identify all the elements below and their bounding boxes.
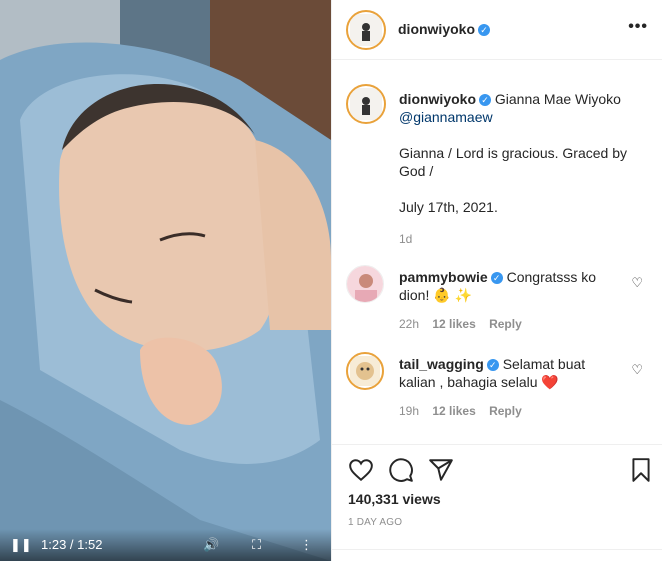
comment-username[interactable]: tail_wagging	[399, 356, 484, 372]
verified-badge-icon: ✓	[478, 24, 490, 36]
caption-username[interactable]: dionwiyoko	[399, 91, 476, 107]
caption-line-1: Gianna / Lord is gracious. Graced by God…	[399, 145, 628, 179]
fullscreen-icon[interactable]: ⛶	[252, 537, 261, 553]
pause-icon[interactable]: ❚❚	[10, 537, 32, 553]
avatar[interactable]	[346, 352, 384, 390]
share-icon[interactable]	[428, 457, 454, 483]
video-frame	[0, 0, 331, 561]
verified-badge-icon: ✓	[486, 359, 499, 371]
video-controls: ❚❚ 1:23 / 1:52 🔊 ⛶ ⋮	[0, 529, 331, 561]
post-details: dionwiyoko ✓ ••• dionwiyoko ✓ Gianna Mae W…	[331, 0, 662, 561]
avatar[interactable]	[346, 84, 386, 124]
like-heart-icon[interactable]	[348, 457, 374, 483]
verified-badge-icon: ✓	[479, 94, 491, 106]
video-time: 1:23 / 1:52	[41, 537, 103, 552]
view-count[interactable]: 140,331 views	[348, 491, 441, 507]
post-actions: 140,331 views 1 DAY AGO	[332, 444, 662, 561]
comment-age: 22h	[399, 317, 420, 331]
caption-mention[interactable]: @giannamaew	[399, 109, 493, 125]
avatar[interactable]	[346, 10, 386, 50]
comment-likes[interactable]: 12 likes	[432, 404, 475, 418]
caption-line-2: July 17th, 2021.	[399, 199, 498, 215]
post-header: dionwiyoko ✓ •••	[332, 0, 662, 60]
comment-username[interactable]: pammybowie	[399, 269, 488, 285]
more-icon[interactable]: •••	[628, 18, 648, 36]
comment-icon[interactable]	[388, 457, 414, 483]
post-username[interactable]: dionwiyoko ✓	[398, 21, 490, 37]
more-options-icon[interactable]: ⋮	[300, 537, 313, 553]
comment-age: 19h	[399, 404, 420, 418]
reply-button[interactable]: Reply	[489, 317, 522, 331]
bookmark-icon[interactable]	[628, 457, 654, 483]
caption-age: 1d	[399, 232, 413, 246]
volume-icon[interactable]: 🔊	[203, 537, 219, 553]
reply-button[interactable]: Reply	[489, 404, 522, 418]
video-player[interactable]: ❚❚ 1:23 / 1:52 🔊 ⛶ ⋮	[0, 0, 331, 561]
comment-meta: 22h 12 likes Reply	[399, 317, 532, 331]
heart-icon[interactable]: ♡	[631, 362, 643, 378]
add-comment-bar	[332, 549, 662, 561]
caption-name: Gianna Mae Wiyoko	[494, 91, 621, 107]
avatar[interactable]	[346, 265, 384, 303]
comment-meta: 19h 12 likes Reply	[399, 404, 532, 418]
heart-icon[interactable]: ♡	[631, 275, 643, 291]
comment-likes[interactable]: 12 likes	[432, 317, 475, 331]
post-timestamp: 1 DAY AGO	[348, 517, 403, 528]
verified-badge-icon: ✓	[490, 272, 503, 284]
